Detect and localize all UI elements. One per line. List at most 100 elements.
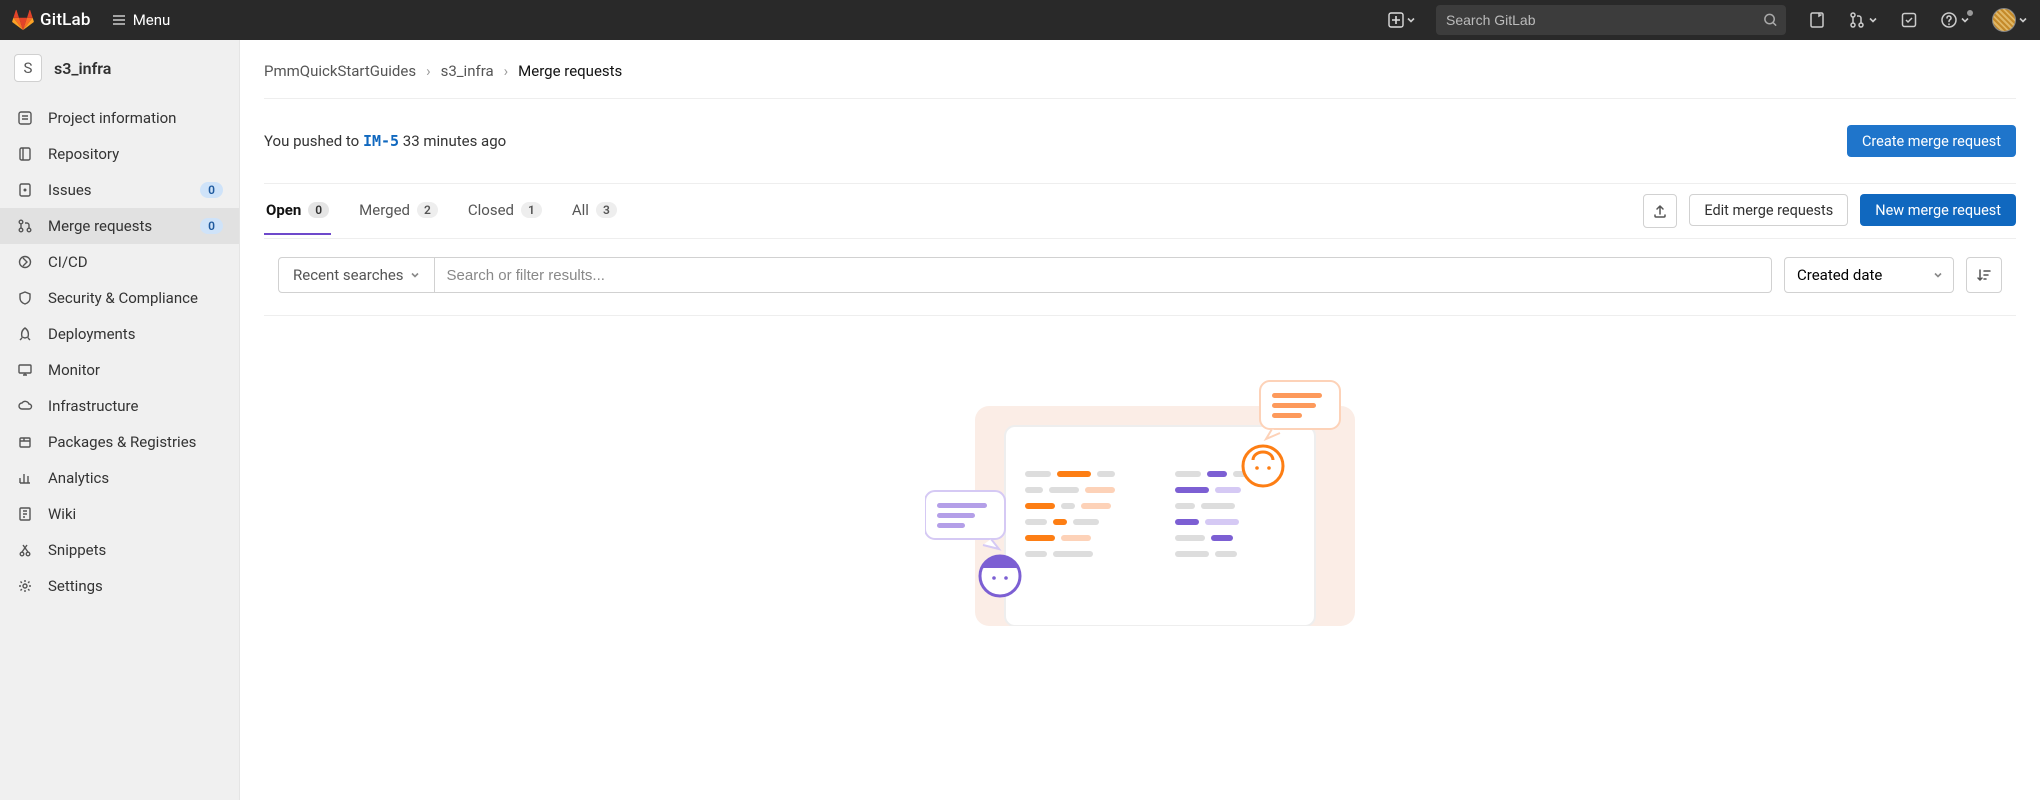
sidebar-item-label: Packages & Registries [48, 433, 223, 451]
monitor-icon [16, 361, 34, 379]
new-dropdown[interactable] [1384, 8, 1420, 32]
chevron-right-icon: › [426, 62, 431, 80]
tanuki-icon [12, 9, 34, 31]
sidebar-item-infrastructure[interactable]: Infrastructure [0, 388, 239, 424]
sidebar-item-label: Infrastructure [48, 397, 223, 415]
gitlab-logo[interactable]: GitLab [12, 9, 91, 31]
tab-count: 0 [308, 202, 329, 218]
tab-label: Open [266, 201, 301, 219]
sidebar-item-label: Wiki [48, 505, 223, 523]
issue-icon [1808, 11, 1826, 29]
new-merge-request-button[interactable]: New merge request [1860, 194, 2016, 226]
sidebar-item-ci-cd[interactable]: CI/CD [0, 244, 239, 280]
sidebar-item-label: Snippets [48, 541, 223, 559]
branch-link[interactable]: IM-5 [363, 132, 399, 150]
sort-direction-button[interactable] [1966, 257, 2002, 293]
tab-closed[interactable]: Closed 1 [466, 187, 544, 235]
sidebar-item-label: Analytics [48, 469, 223, 487]
project-avatar: S [14, 54, 42, 82]
user-menu[interactable] [1992, 8, 2028, 32]
sidebar-item-issues[interactable]: Issues 0 [0, 172, 239, 208]
search-input[interactable] [1436, 5, 1786, 35]
sidebar-item-settings[interactable]: Settings [0, 568, 239, 604]
tab-count: 1 [521, 202, 542, 218]
avatar [1992, 8, 2016, 32]
repo-icon [16, 145, 34, 163]
export-button[interactable] [1643, 194, 1677, 228]
edit-merge-requests-button[interactable]: Edit merge requests [1689, 194, 1848, 226]
breadcrumb-item[interactable]: PmmQuickStartGuides [264, 62, 416, 80]
sidebar-item-wiki[interactable]: Wiki [0, 496, 239, 532]
sidebar-item-repository[interactable]: Repository [0, 136, 239, 172]
tabs-row: Open 0 Merged 2 Closed 1 All3 Edit merge reque… [264, 184, 2016, 239]
project-header[interactable]: S s3_infra [0, 40, 239, 96]
sidebar-item-label: Repository [48, 145, 223, 163]
push-notification: You pushed to IM-5 33 minutes ago Create… [264, 99, 2016, 183]
push-prefix: You pushed to [264, 132, 363, 150]
tab-count: 2 [417, 202, 438, 218]
sidebar-item-label: Project information [48, 109, 223, 127]
plus-icon [1388, 12, 1404, 28]
topbar: GitLab Menu [0, 0, 2040, 40]
help-icon [1940, 11, 1958, 29]
cloud-icon [16, 397, 34, 415]
todo-icon [1900, 11, 1918, 29]
create-merge-request-button[interactable]: Create merge request [1847, 125, 2016, 157]
sidebar-item-analytics[interactable]: Analytics [0, 460, 239, 496]
filter-input[interactable] [435, 257, 1772, 293]
tab-merged[interactable]: Merged 2 [357, 187, 440, 235]
tab-open[interactable]: Open 0 [264, 187, 331, 235]
chevron-down-icon [2018, 15, 2028, 25]
issues-shortcut[interactable] [1808, 11, 1826, 29]
filter-row: Recent searches Created date [264, 239, 2016, 315]
info-icon [16, 109, 34, 127]
sidebar-item-label: Monitor [48, 361, 223, 379]
package-icon [16, 433, 34, 451]
help-dropdown[interactable] [1940, 11, 1970, 29]
merge-icon [1848, 11, 1866, 29]
snippets-icon [16, 541, 34, 559]
empty-state [264, 316, 2016, 596]
chevron-down-icon [1868, 15, 1878, 25]
sidebar-item-merge-requests[interactable]: Merge requests0 [0, 208, 239, 244]
breadcrumb-item[interactable]: s3_infra [441, 62, 494, 80]
push-suffix: 33 minutes ago [399, 132, 506, 150]
analytics-icon [16, 469, 34, 487]
global-search [1436, 5, 1786, 35]
sidebar-item-packages-registries[interactable]: Packages & Registries [0, 424, 239, 460]
cicd-icon [16, 253, 34, 271]
hamburger-icon [111, 12, 127, 28]
empty-illustration [925, 376, 1355, 596]
sidebar-item-label: Deployments [48, 325, 223, 343]
sidebar-item-label: CI/CD [48, 253, 223, 271]
breadcrumb: PmmQuickStartGuides › s3_infra › Merge r… [264, 40, 2016, 98]
sidebar-item-security-compliance[interactable]: Security & Compliance [0, 280, 239, 316]
sidebar-item-label: Issues [48, 181, 186, 199]
sidebar-item-label: Security & Compliance [48, 289, 223, 307]
sidebar-item-badge: 0 [200, 182, 223, 198]
search-icon [1763, 13, 1778, 28]
sidebar-item-badge: 0 [200, 218, 223, 234]
sidebar: S s3_infra Project information Repository… [0, 40, 240, 800]
merge-requests-shortcut[interactable] [1848, 11, 1878, 29]
chevron-down-icon [1933, 270, 1943, 280]
sort-dropdown[interactable]: Created date [1784, 257, 1954, 293]
recent-searches-dropdown[interactable]: Recent searches [278, 257, 435, 293]
sidebar-item-project-information[interactable]: Project information [0, 100, 239, 136]
tab-all[interactable]: All3 [570, 187, 619, 235]
chevron-right-icon: › [504, 62, 509, 80]
sidebar-item-monitor[interactable]: Monitor [0, 352, 239, 388]
tab-label: Closed [468, 201, 514, 219]
tab-label: Merged [359, 201, 410, 219]
menu-toggle[interactable]: Menu [111, 11, 171, 29]
sidebar-item-snippets[interactable]: Snippets [0, 532, 239, 568]
sidebar-item-deployments[interactable]: Deployments [0, 316, 239, 352]
todos-shortcut[interactable] [1900, 11, 1918, 29]
main-content: PmmQuickStartGuides › s3_infra › Merge r… [240, 40, 2040, 636]
chevron-down-icon [1406, 15, 1416, 25]
wiki-icon [16, 505, 34, 523]
issues-icon [16, 181, 34, 199]
tab-actions: Edit merge requests New merge request [1643, 184, 2016, 238]
nav-list: Project informationRepositoryIssues0Merg… [0, 96, 239, 608]
tab-count: 3 [596, 202, 617, 218]
